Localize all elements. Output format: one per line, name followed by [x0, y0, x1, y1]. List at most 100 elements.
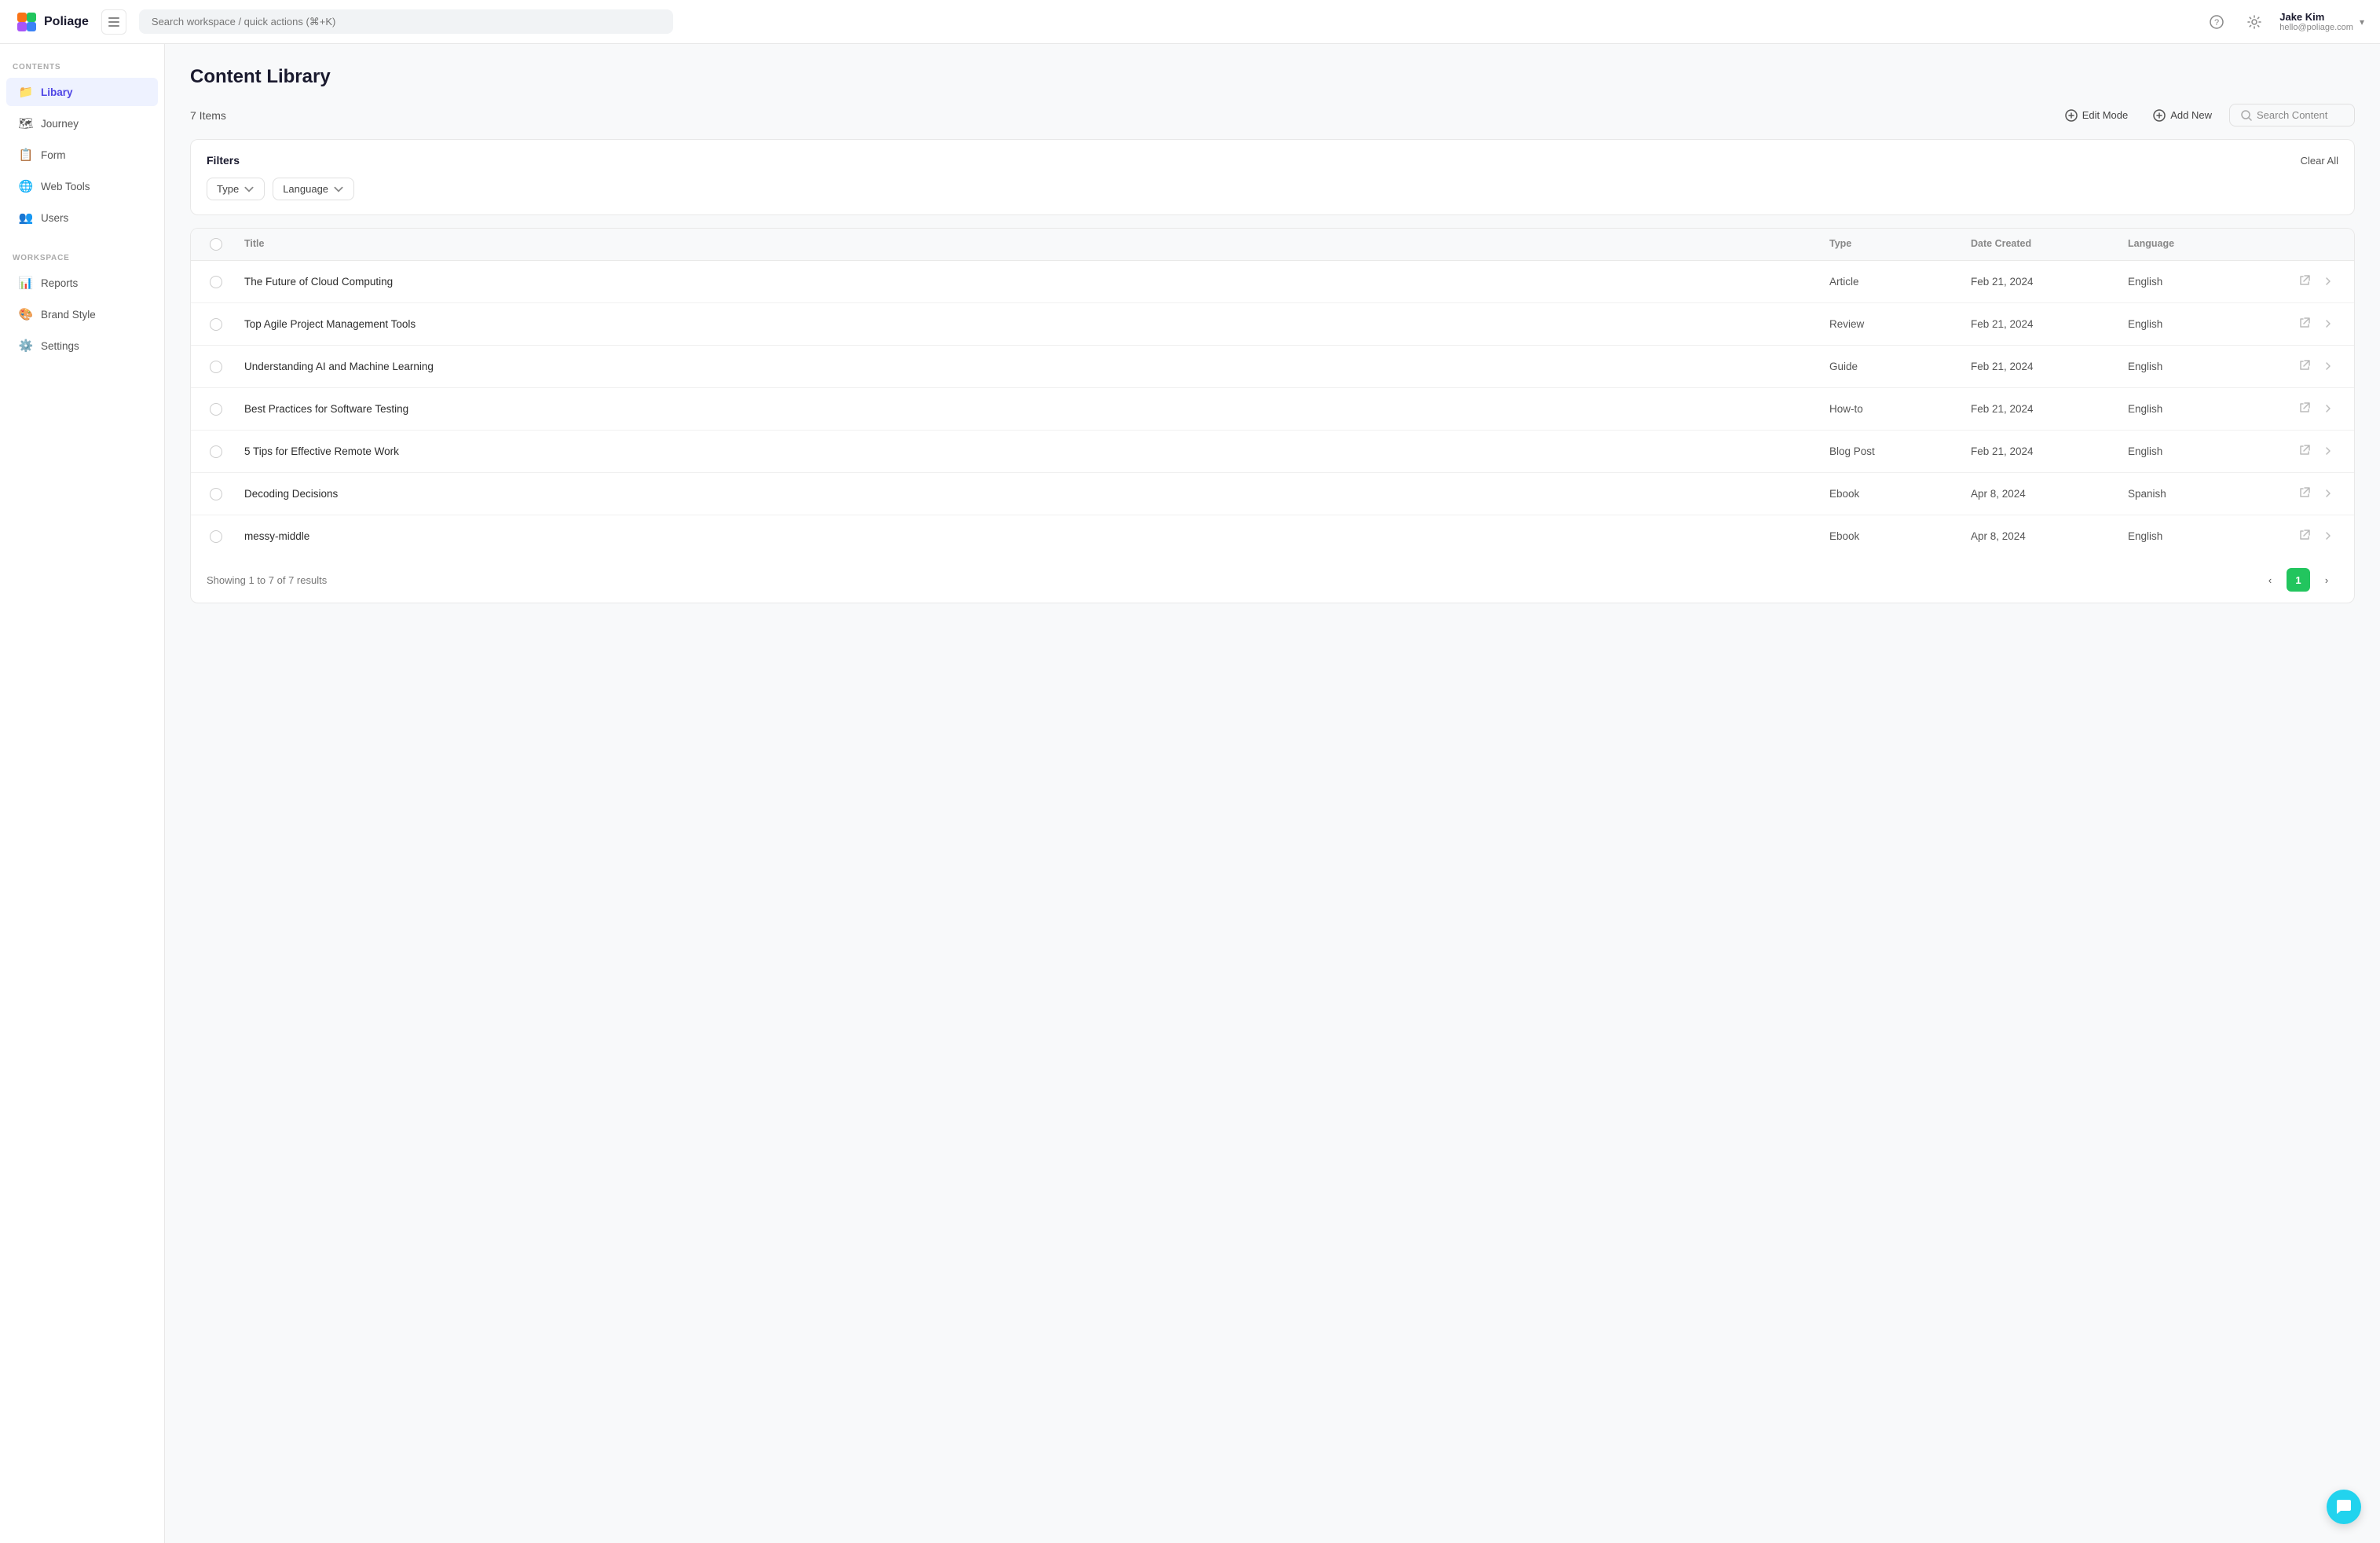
row-chevron-6[interactable] [2321, 526, 2335, 546]
row-chevron-2[interactable] [2321, 357, 2335, 376]
row-external-link-1[interactable] [2296, 314, 2313, 334]
user-text: Jake Kim hello@poliage.com [2279, 11, 2353, 32]
filters-panel: Filters Clear All Type Language [190, 139, 2355, 215]
page-1-button[interactable]: 1 [2287, 568, 2310, 592]
sidebar-item-journey[interactable]: 🗺 Journey [6, 109, 158, 137]
help-button[interactable]: ? [2204, 9, 2229, 35]
row-checkbox-cell [203, 350, 238, 384]
topbar: Poliage ? [0, 0, 2380, 44]
row-chevron-3[interactable] [2321, 399, 2335, 419]
row-date-4: Feb 21, 2024 [1964, 434, 2122, 468]
row-external-link-6[interactable] [2296, 526, 2313, 546]
row-language-2: English [2122, 350, 2279, 383]
settings-icon [2247, 15, 2261, 29]
sidebar-item-form-label: Form [41, 149, 66, 161]
language-filter-dropdown[interactable]: Language [273, 178, 354, 200]
clear-all-button[interactable]: Clear All [2301, 155, 2338, 167]
sidebar-toggle-button[interactable] [101, 9, 126, 35]
row-language-0: English [2122, 265, 2279, 299]
user-email: hello@poliage.com [2279, 23, 2353, 32]
row-title-5: Decoding Decisions [238, 477, 1823, 511]
edit-mode-button[interactable]: Edit Mode [2057, 104, 2137, 126]
type-filter-dropdown[interactable]: Type [207, 178, 265, 200]
add-new-button[interactable]: Add New [2145, 104, 2220, 126]
topbar-right: ? Jake Kim hello@poliage.com ▾ [2204, 9, 2364, 35]
sidebar-item-users[interactable]: 👥 Users [6, 203, 158, 232]
search-icon [2241, 110, 2252, 121]
row-type-1: Review [1823, 307, 1964, 341]
row-chevron-0[interactable] [2321, 272, 2335, 291]
table-row: The Future of Cloud Computing Article Fe… [191, 261, 2354, 303]
row-external-link-3[interactable] [2296, 399, 2313, 419]
row-action-buttons-0 [2285, 272, 2335, 291]
workspace-section-label: WORKSPACE [0, 247, 164, 266]
add-new-label: Add New [2170, 109, 2212, 121]
header-title: Title [238, 229, 1823, 260]
row-chevron-5[interactable] [2321, 484, 2335, 504]
sidebar-item-settings[interactable]: ⚙️ Settings [6, 332, 158, 360]
header-actions [2279, 229, 2342, 260]
global-search-input[interactable] [139, 9, 673, 34]
pagination: Showing 1 to 7 of 7 results ‹ 1 › [191, 557, 2354, 603]
header-checkbox-cell [203, 229, 238, 260]
row-checkbox-cell [203, 265, 238, 299]
table-row: Best Practices for Software Testing How-… [191, 388, 2354, 431]
logo-icon [16, 11, 38, 33]
row-title-2: Understanding AI and Machine Learning [238, 350, 1823, 383]
form-icon: 📋 [19, 148, 33, 162]
row-checkbox-5[interactable] [210, 488, 222, 500]
row-checkbox-6[interactable] [210, 530, 222, 543]
row-external-link-4[interactable] [2296, 442, 2313, 461]
row-checkbox-4[interactable] [210, 445, 222, 458]
row-language-1: English [2122, 307, 2279, 341]
sidebar: CONTENTS 📁 Libary 🗺 Journey 📋 Form 🌐 Web… [0, 44, 165, 1543]
row-action-buttons-4 [2285, 442, 2335, 461]
row-external-link-5[interactable] [2296, 484, 2313, 504]
table-row: 5 Tips for Effective Remote Work Blog Po… [191, 431, 2354, 473]
language-chevron-icon [333, 184, 344, 195]
chat-button[interactable] [2327, 1490, 2361, 1524]
row-checkbox-2[interactable] [210, 361, 222, 373]
row-external-link-2[interactable] [2296, 357, 2313, 376]
row-title-6: messy-middle [238, 519, 1823, 553]
sidebar-item-web-tools[interactable]: 🌐 Web Tools [6, 172, 158, 200]
search-content-button[interactable]: Search Content [2229, 104, 2355, 126]
row-type-0: Article [1823, 265, 1964, 299]
select-all-checkbox[interactable] [210, 238, 222, 251]
row-chevron-4[interactable] [2321, 442, 2335, 461]
row-checkbox-0[interactable] [210, 276, 222, 288]
table-row: Understanding AI and Machine Learning Gu… [191, 346, 2354, 388]
row-checkbox-3[interactable] [210, 403, 222, 416]
sidebar-item-reports[interactable]: 📊 Reports [6, 269, 158, 297]
search-content-label: Search Content [2257, 109, 2327, 121]
sidebar-item-journey-label: Journey [41, 118, 79, 130]
row-actions-3 [2279, 388, 2342, 430]
row-action-buttons-6 [2285, 526, 2335, 546]
prev-page-button[interactable]: ‹ [2258, 568, 2282, 592]
row-title-1: Top Agile Project Management Tools [238, 307, 1823, 341]
row-actions-6 [2279, 515, 2342, 557]
sidebar-item-library[interactable]: 📁 Libary [6, 78, 158, 106]
header-date: Date Created [1964, 229, 2122, 260]
user-chevron-icon: ▾ [2360, 16, 2364, 27]
next-page-button[interactable]: › [2315, 568, 2338, 592]
type-chevron-icon [243, 184, 254, 195]
row-chevron-1[interactable] [2321, 314, 2335, 334]
user-info[interactable]: Jake Kim hello@poliage.com ▾ [2279, 11, 2364, 32]
sidebar-item-form[interactable]: 📋 Form [6, 141, 158, 169]
row-external-link-0[interactable] [2296, 272, 2313, 291]
header-actions: Edit Mode Add New Se [2057, 104, 2355, 126]
table-row: Decoding Decisions Ebook Apr 8, 2024 Spa… [191, 473, 2354, 515]
help-icon: ? [2210, 15, 2224, 29]
sidebar-item-brand-style-label: Brand Style [41, 309, 96, 321]
row-action-buttons-3 [2285, 399, 2335, 419]
app-container: Poliage ? [0, 0, 2380, 1543]
sidebar-item-brand-style[interactable]: 🎨 Brand Style [6, 300, 158, 328]
content-header: 7 Items Edit Mode Add [190, 104, 2355, 126]
sidebar-item-settings-label: Settings [41, 340, 79, 352]
row-checkbox-1[interactable] [210, 318, 222, 331]
row-actions-2 [2279, 346, 2342, 387]
table-row: messy-middle Ebook Apr 8, 2024 English [191, 515, 2354, 557]
settings-button[interactable] [2242, 9, 2267, 35]
row-type-5: Ebook [1823, 477, 1964, 511]
